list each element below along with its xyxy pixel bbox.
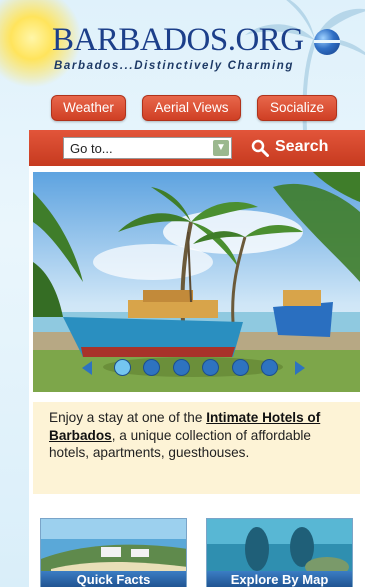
globe-logo-icon bbox=[314, 29, 340, 55]
slide-dot-1[interactable] bbox=[114, 359, 131, 376]
weather-button[interactable]: Weather bbox=[51, 95, 126, 121]
description-text: Enjoy a stay at one of the Intimate Hote… bbox=[49, 409, 341, 462]
search-button[interactable]: Search bbox=[275, 138, 328, 156]
quick-facts-tile[interactable]: Quick Facts bbox=[40, 518, 187, 587]
header: BARBADOS.ORG Barbados...Distinctively Ch… bbox=[0, 0, 365, 130]
explore-by-map-tile[interactable]: Explore By Map bbox=[206, 518, 353, 587]
socialize-button[interactable]: Socialize bbox=[257, 95, 337, 121]
slide-dot-5[interactable] bbox=[232, 359, 249, 376]
explore-by-map-label: Explore By Map bbox=[207, 571, 352, 587]
description-lead: Enjoy a stay at one of the bbox=[49, 410, 207, 425]
slide-dot-6[interactable] bbox=[261, 359, 278, 376]
goto-select[interactable]: Go to... ▼ bbox=[63, 137, 232, 159]
chevron-down-icon[interactable]: ▼ bbox=[213, 140, 229, 156]
slide-dot-3[interactable] bbox=[173, 359, 190, 376]
search-icon[interactable] bbox=[251, 139, 269, 157]
page: BARBADOS.ORG Barbados...Distinctively Ch… bbox=[0, 0, 365, 587]
goto-select-value: Go to... bbox=[70, 141, 113, 156]
next-slide-arrow-icon[interactable] bbox=[295, 361, 305, 375]
slide-dot-2[interactable] bbox=[143, 359, 160, 376]
aerial-views-button[interactable]: Aerial Views bbox=[142, 95, 241, 121]
quick-facts-label: Quick Facts bbox=[41, 571, 186, 587]
slideshow-photo[interactable] bbox=[33, 172, 360, 392]
slide-dot-4[interactable] bbox=[202, 359, 219, 376]
tagline: Barbados...Distinctively Charming bbox=[54, 60, 295, 72]
logo-title[interactable]: BARBADOS.ORG bbox=[52, 22, 304, 59]
previous-slide-arrow-icon[interactable] bbox=[82, 361, 92, 375]
